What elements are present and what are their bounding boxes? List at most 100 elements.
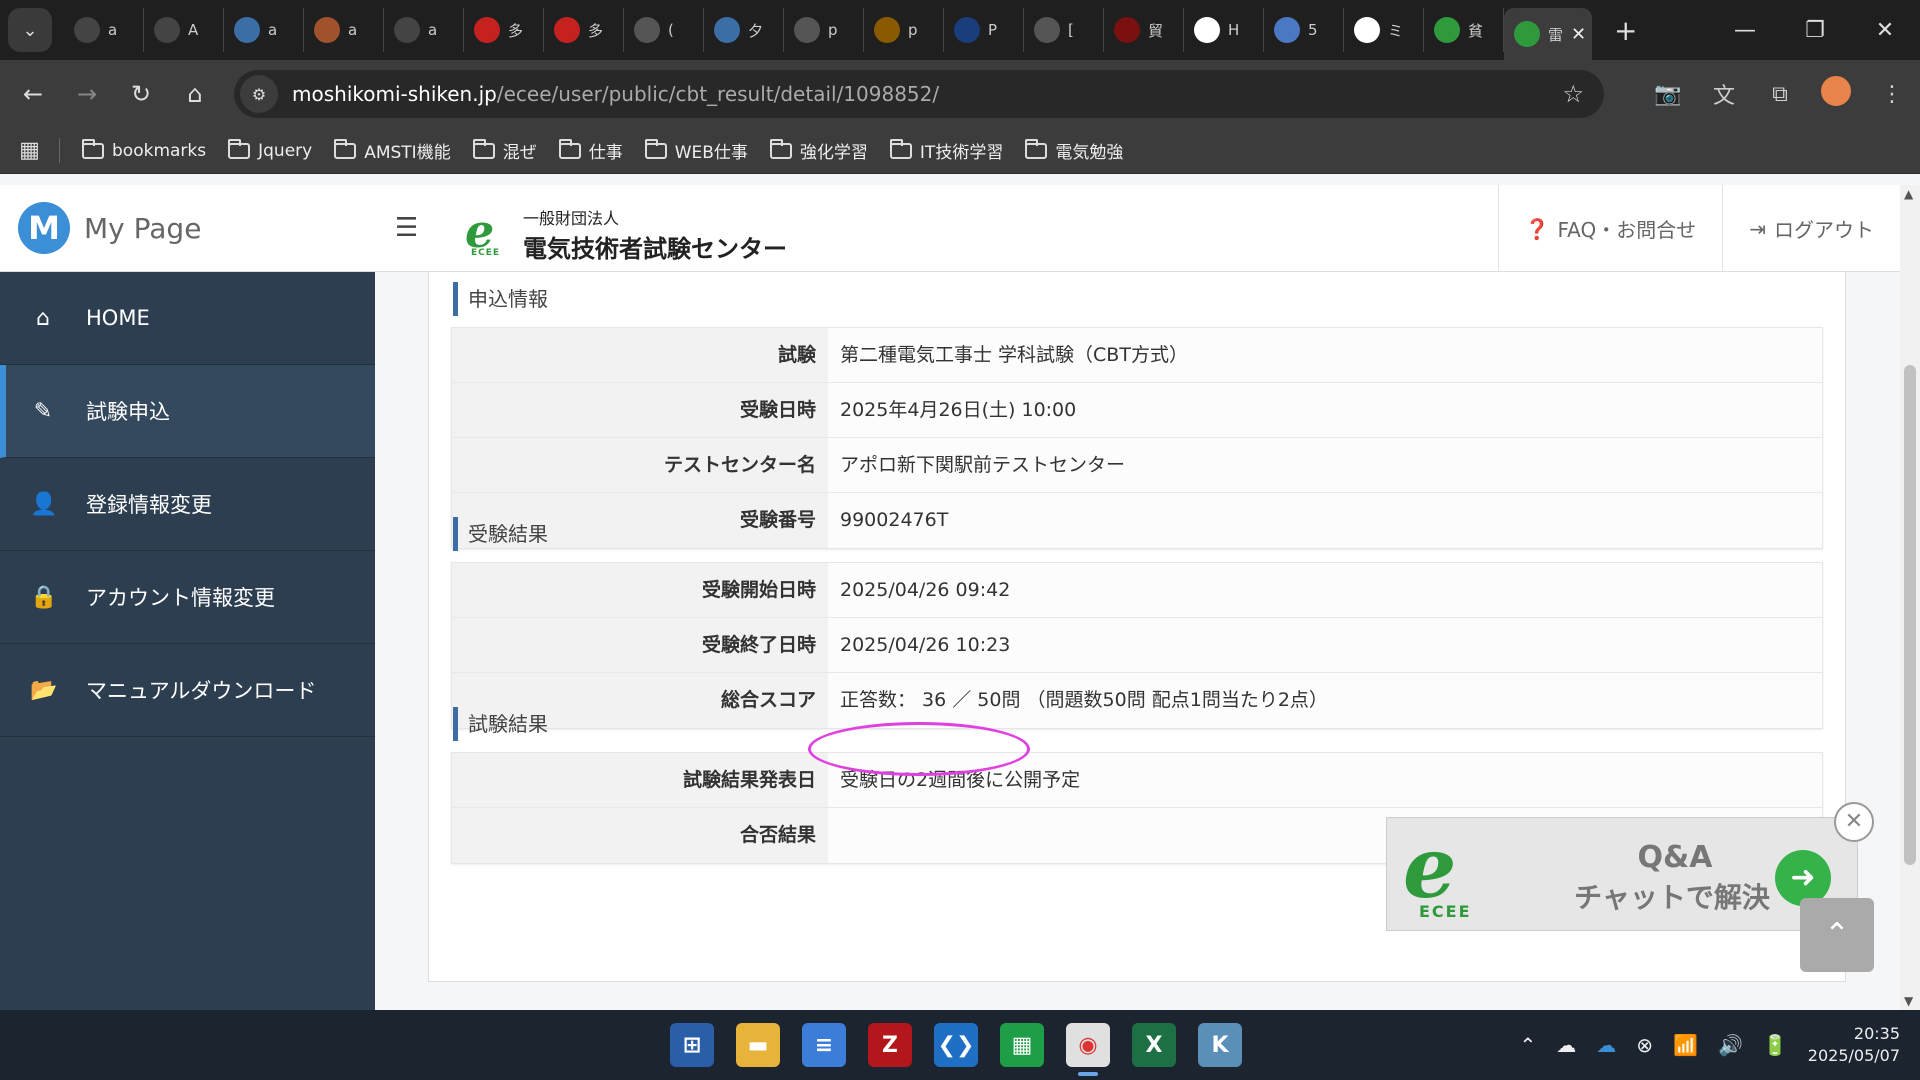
tab-title: 雷 [1548,25,1564,44]
back-button[interactable]: ← [6,80,60,108]
profile-avatar[interactable] [1808,76,1864,112]
excel-icon[interactable]: X [1132,1023,1176,1067]
row-value: 2025/04/26 10:23 [828,618,1822,672]
browser-tab[interactable]: 5 [1264,8,1344,52]
faq-link[interactable]: ❓ FAQ・お問合せ [1497,185,1723,272]
restore-button[interactable]: ❐ [1780,18,1850,43]
notepad-icon[interactable]: ≡ [802,1023,846,1067]
web-page: M My Page ⌂ HOME ✎ 試験申込 👤 登録情報変更 🔒 アカウント情報変更 📂 マニ… [0,185,1900,1010]
address-bar[interactable]: ⚙ moshikomi-shiken.jp/ecee/user/public/c… [234,70,1604,118]
tab-title: 5 [1308,21,1318,39]
browser-tab[interactable]: p [784,8,864,52]
sidebar-item[interactable]: ✎ 試験申込 [0,365,375,458]
bookmark-folder[interactable]: WEB仕事 [644,138,748,163]
site-info-icon[interactable]: ⚙ [240,75,278,113]
close-circle-icon[interactable]: ⊗ [1636,1033,1653,1057]
vscode-icon[interactable]: ❮❯ [934,1023,978,1067]
sidebar-item[interactable]: ⌂ HOME [0,272,375,365]
bookmark-folder[interactable]: 仕事 [558,138,623,163]
browser-tab[interactable]: a [224,8,304,52]
bookmark-folder[interactable]: AMSTI機能 [334,138,451,163]
clock[interactable]: 20:35 2025/05/07 [1808,1023,1900,1067]
browser-tab[interactable]: a [64,8,144,52]
extensions-icon[interactable]: ⧉ [1752,82,1808,107]
wordpress-icon [714,17,740,43]
tp-icon [954,17,980,43]
url-text[interactable]: moshikomi-shiken.jp/ecee/user/public/cbt… [292,82,939,106]
bookmark-folder[interactable]: bookmarks [82,138,206,161]
row-value: アポロ新下関駅前テストセンター [828,438,1822,492]
battery-icon[interactable]: 🔋 [1763,1033,1788,1057]
qa-chat-banner[interactable]: e ECEE Q&A チャットで解決 ➜ [1386,817,1858,931]
browser-tab[interactable]: p [864,8,944,52]
spreadsheet-app-icon[interactable]: ▦ [1000,1023,1044,1067]
cloud-icon[interactable]: ☁ [1556,1033,1576,1057]
app-icon[interactable]: K [1198,1023,1242,1067]
browser-tab[interactable]: 多 [544,8,624,52]
sidebar-item[interactable]: 📂 マニュアルダウンロード [0,644,375,737]
browser-tab[interactable]: 貿 [1104,8,1184,52]
info-table: 受験開始日時 2025/04/26 09:42 受験終了日時 2025/04/26 1… [451,562,1823,729]
scroll-to-top-button[interactable]: ⌃ [1800,898,1874,972]
browser-tab[interactable]: P [944,8,1024,52]
translate-icon[interactable]: 文 [1696,78,1752,110]
brand[interactable]: M My Page [0,185,375,272]
browser-tab[interactable]: 雷 ✕ [1504,8,1592,60]
browser-tab[interactable]: [ [1024,8,1104,52]
tab-title: a [428,21,438,39]
browser-tab[interactable]: A [144,8,224,52]
tab-title: A [188,21,199,39]
windows-start-icon[interactable]: ⊞ [670,1023,714,1067]
browser-tab[interactable]: a [304,8,384,52]
page-scrollbar[interactable]: ▲ ▼ [1900,185,1920,1010]
sidebar-item[interactable]: 🔒 アカウント情報変更 [0,551,375,644]
wifi-icon[interactable]: 📶 [1673,1033,1698,1057]
browser-tab[interactable]: a [384,8,464,52]
tab-title: ( [668,21,674,39]
browser-tab[interactable]: ( [624,8,704,52]
browser-tab[interactable]: ミ [1344,8,1424,52]
filezilla-icon[interactable]: Z [868,1023,912,1067]
minimize-button[interactable]: — [1710,18,1780,43]
onedrive-icon[interactable]: ☁ [1596,1033,1616,1057]
bookmark-folder[interactable]: 電気勉強 [1025,138,1123,163]
browser-tab[interactable]: 多 [464,8,544,52]
scrollbar-thumb[interactable] [1904,365,1916,865]
chat-close-button[interactable]: ✕ [1834,802,1874,842]
new-tab-button[interactable]: + [1614,14,1637,47]
reload-button[interactable]: ↻ [114,80,168,108]
forward-button[interactable]: → [60,80,114,108]
sign-out-icon: ⇥ [1749,216,1766,241]
scroll-down-arrow[interactable]: ▼ [1904,994,1913,1008]
chevron-up-icon[interactable]: ⌃ [1520,1033,1537,1057]
file-explorer-icon[interactable]: ▬ [736,1023,780,1067]
sidebar-item[interactable]: 👤 登録情報変更 [0,458,375,551]
home-button[interactable]: ⌂ [168,80,222,108]
hamburger-menu-icon[interactable]: ☰ [395,213,418,243]
volume-icon[interactable]: 🔊 [1718,1033,1743,1057]
home-icon: ⌂ [36,305,50,331]
browser-tab[interactable]: 貧 [1424,8,1504,52]
bookmark-folder[interactable]: Jquery [228,138,312,161]
tab-search-button[interactable]: ⌄ [8,8,52,52]
apps-grid-icon[interactable]: ▦ [0,138,60,163]
bookmark-folder[interactable]: 混ぜ [472,138,537,163]
chrome-icon[interactable]: ◉ [1066,1023,1110,1076]
bookmark-folder[interactable]: IT技術学習 [889,138,1003,163]
logout-link[interactable]: ⇥ ログアウト [1722,185,1900,272]
close-tab-icon[interactable]: ✕ [1571,24,1586,45]
org-logo[interactable]: e ECEE 一般財団法人 電気技術者試験センター [463,204,787,264]
browser-tab[interactable]: H [1184,8,1264,52]
windows-taskbar: ⊞ ▬ ≡ Z ❮❯ ▦ ◉ X K ⌃ ☁ ☁ ⊗ 📶 🔊 🔋 20:35 2… [0,1010,1920,1080]
tab-title: P [988,21,998,39]
bookmark-folder[interactable]: 強化学習 [769,138,868,163]
menu-kebab-icon[interactable]: ⋮ [1864,82,1920,107]
brand-logo: M [18,202,70,254]
row-label: 試験結果発表日 [452,753,828,807]
camera-icon[interactable]: 📷 [1640,82,1696,107]
browser-tab[interactable]: 夕 [704,8,784,52]
close-window-button[interactable]: ✕ [1850,18,1920,43]
bookmark-star-icon[interactable]: ☆ [1562,80,1584,108]
scroll-up-arrow[interactable]: ▲ [1904,187,1913,201]
tab-title: p [828,21,838,39]
